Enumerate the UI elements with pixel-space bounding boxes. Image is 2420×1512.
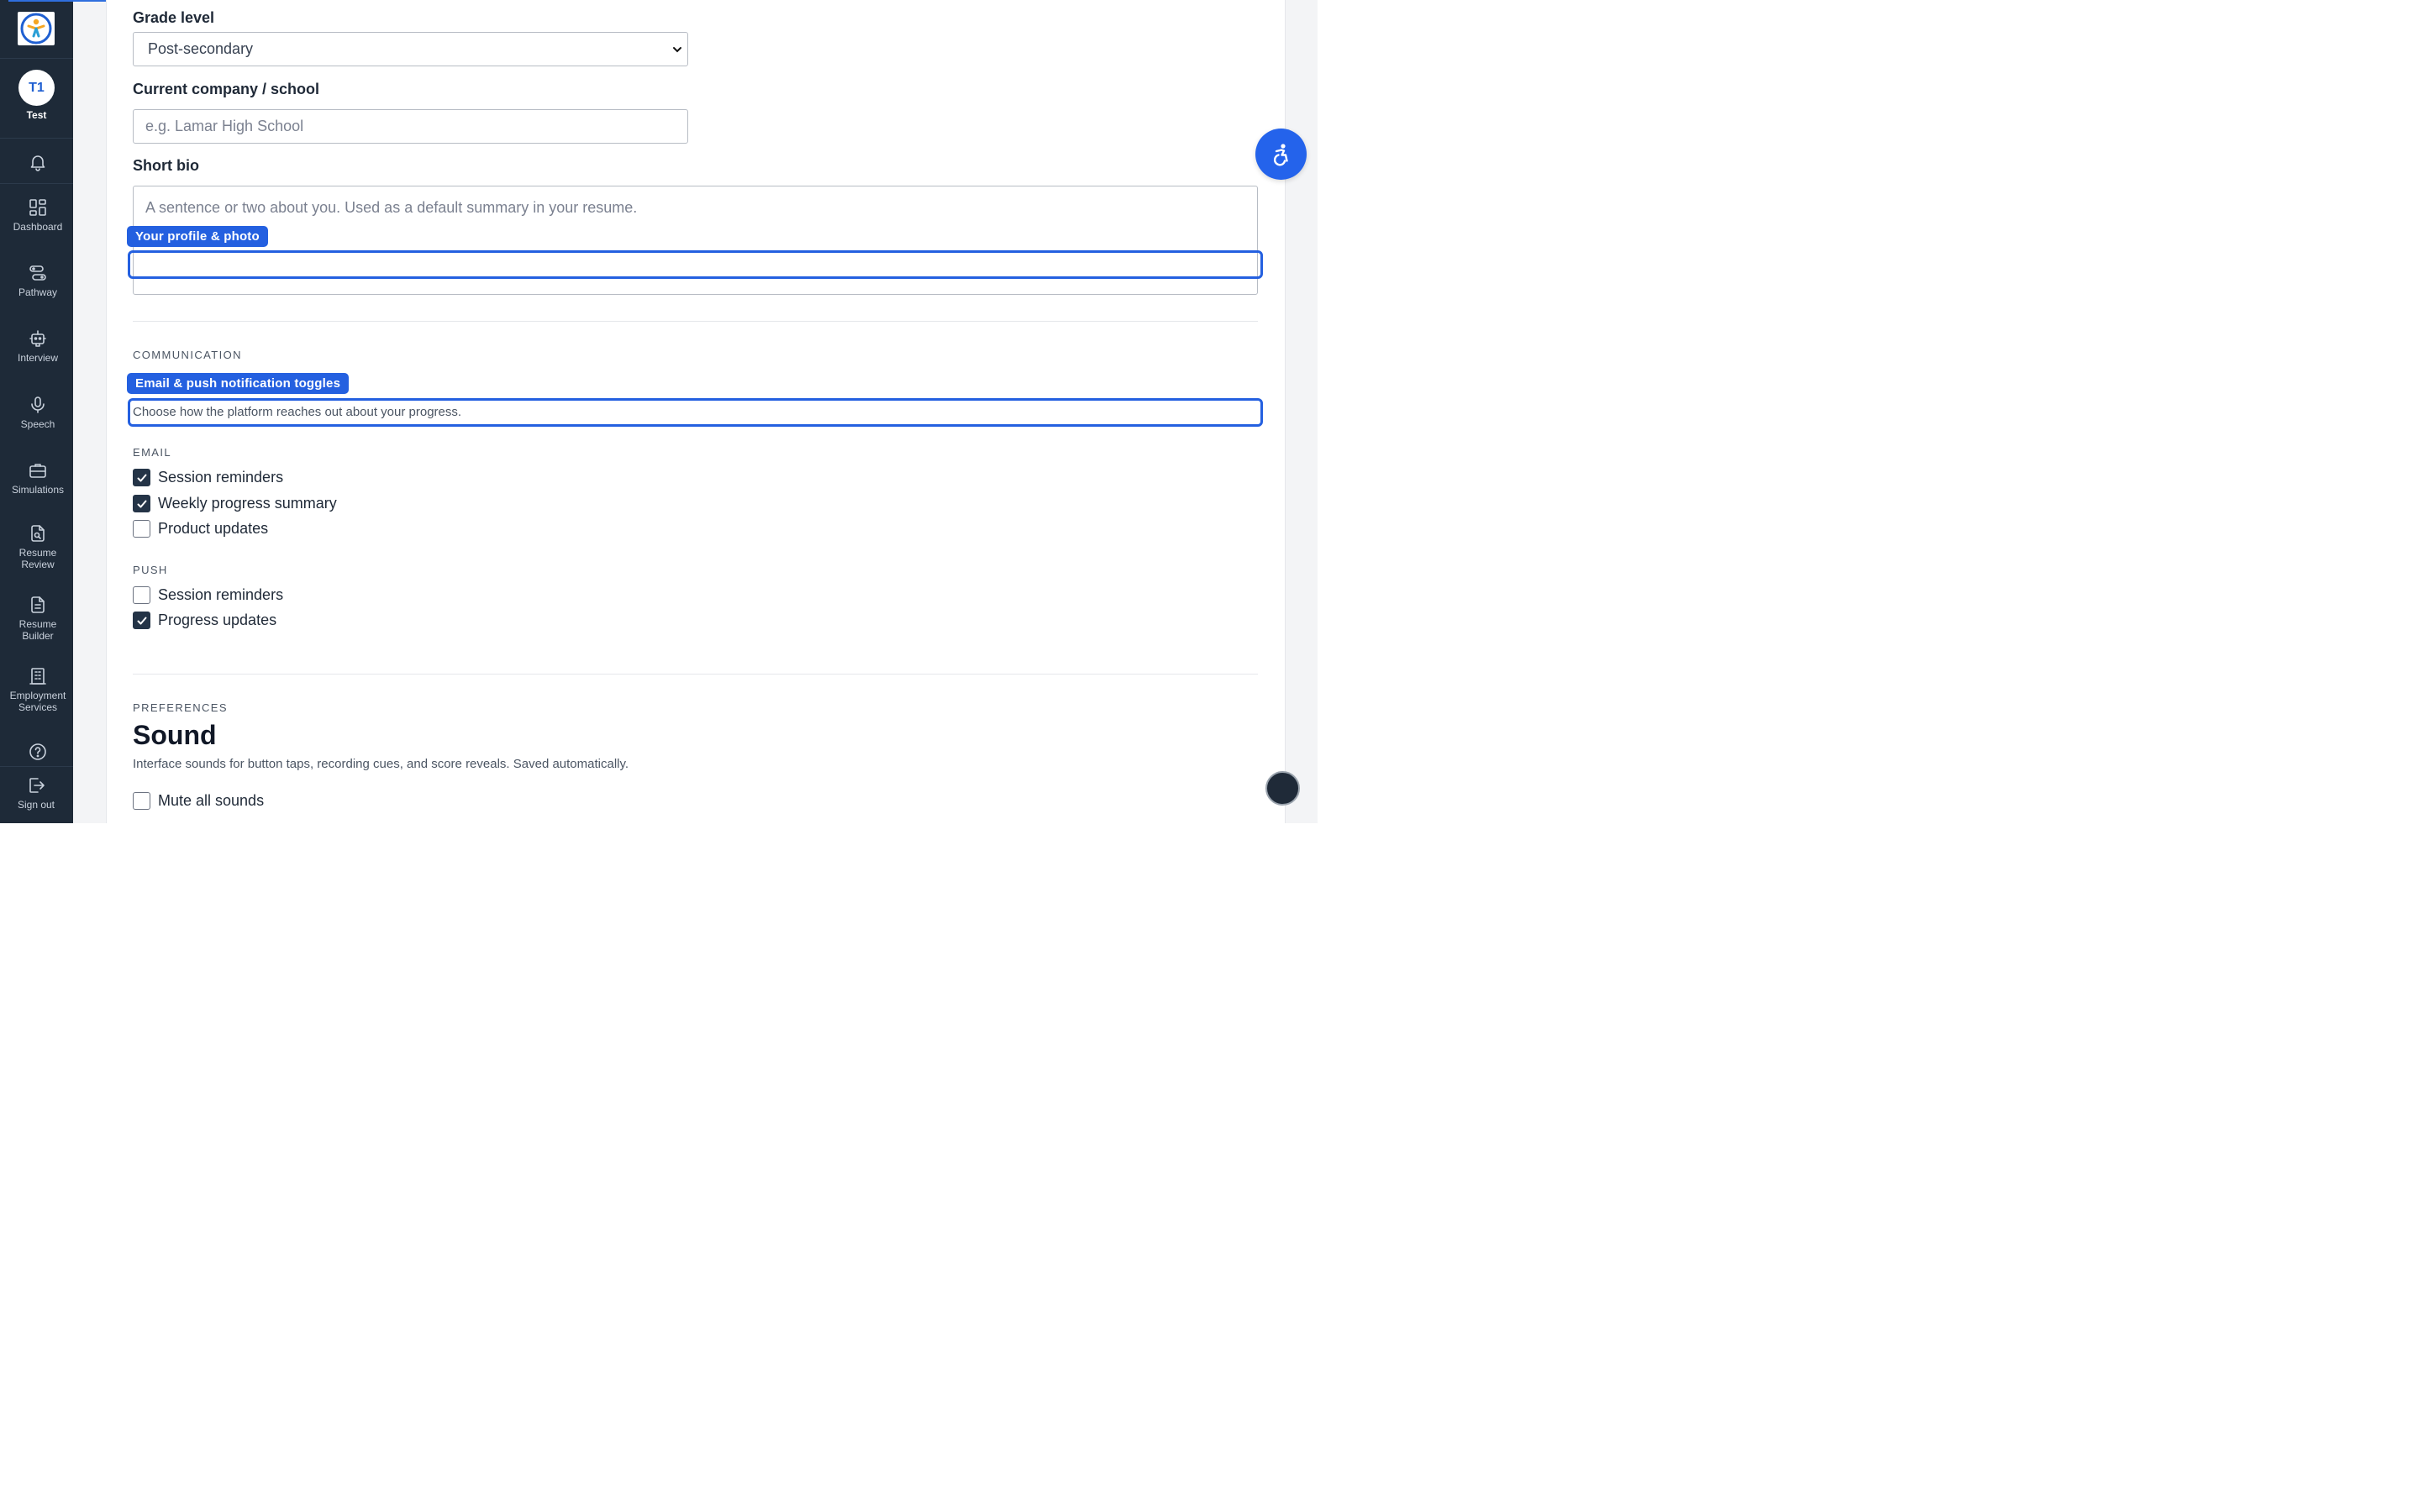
- avatar[interactable]: T1: [18, 70, 55, 106]
- preferences-eyebrow: PREFERENCES: [133, 701, 228, 714]
- push-eyebrow: PUSH: [133, 564, 168, 576]
- checkbox[interactable]: [133, 495, 150, 512]
- short-bio-placeholder: A sentence or two about you. Used as a d…: [145, 199, 638, 216]
- bell-icon: [30, 155, 45, 171]
- robot-icon: [29, 330, 46, 347]
- checkbox[interactable]: [133, 612, 150, 629]
- notifications-highlight-tag: Email & push notification toggles: [127, 373, 350, 394]
- page-gutter-left: [73, 0, 106, 823]
- checkbox[interactable]: [133, 792, 150, 810]
- grade-level-select[interactable]: Post-secondary: [133, 32, 688, 66]
- sidebar-item-label: Services: [18, 701, 57, 713]
- sidebar-item-dashboard[interactable]: Dashboard: [0, 197, 76, 233]
- email-weekly-progress-summary[interactable]: Weekly progress summary: [133, 495, 337, 512]
- profile-highlight-box: [128, 250, 1263, 279]
- checkbox-label: Progress updates: [158, 612, 277, 628]
- company-input[interactable]: e.g. Lamar High School: [133, 109, 688, 144]
- check-icon: [137, 500, 146, 507]
- sidebar-item-label: Review: [21, 559, 55, 570]
- check-icon: [137, 474, 146, 481]
- checkbox-label: Weekly progress summary: [158, 495, 337, 512]
- short-bio-label: Short bio: [133, 157, 199, 174]
- communication-description: Choose how the platform reaches out abou…: [133, 405, 462, 419]
- sidebar-item-label: Speech: [20, 418, 55, 430]
- email-session-reminders[interactable]: Session reminders: [133, 469, 283, 486]
- user-name[interactable]: Test: [0, 109, 73, 121]
- checkbox[interactable]: [133, 469, 150, 486]
- chevron-down-icon: [673, 47, 681, 53]
- company-label: Current company / school: [133, 81, 320, 97]
- sidebar-item-label: Builder: [22, 630, 54, 642]
- checkbox-label: Session reminders: [158, 469, 284, 486]
- communication-eyebrow: COMMUNICATION: [133, 349, 242, 361]
- sidebar-item-speech[interactable]: Speech: [0, 395, 76, 430]
- accessibility-icon: [1273, 143, 1288, 165]
- sidebar-item-interview[interactable]: Interview: [0, 328, 76, 364]
- grade-level-value: Post-secondary: [148, 40, 254, 57]
- sidebar-item-label: Dashboard: [13, 221, 63, 233]
- help-icon: [29, 743, 46, 760]
- sidebar: T1 Test Dashboard Pathway Interview Spee…: [0, 0, 124, 823]
- sign-out-label: Sign out: [17, 799, 55, 811]
- pathway-icon: [29, 265, 46, 281]
- sidebar-item-label: Interview: [17, 352, 59, 364]
- checkbox-label: Mute all sounds: [158, 792, 265, 809]
- profile-highlight-tag: Your profile & photo: [127, 226, 268, 247]
- sound-heading: Sound: [133, 720, 217, 750]
- sidebar-item-employment-services[interactable]: Employment Services: [0, 666, 76, 713]
- dashboard-icon: [29, 199, 46, 216]
- page-gutter-right: [1286, 0, 1318, 823]
- building-icon: [29, 668, 46, 685]
- checkbox[interactable]: [133, 520, 150, 538]
- sidebar-divider: [0, 138, 73, 139]
- sign-out-icon: [29, 778, 45, 793]
- logo-icon: [20, 13, 52, 45]
- microphone-icon: [31, 396, 45, 413]
- sidebar-item-label: Employment: [9, 690, 66, 701]
- checkbox-label: Product updates: [158, 520, 269, 537]
- notifications-button[interactable]: [0, 152, 76, 176]
- sidebar-divider: [0, 58, 73, 59]
- sidebar-divider: [0, 183, 73, 184]
- document-icon: [31, 596, 45, 613]
- sound-description: Interface sounds for button taps, record…: [133, 757, 629, 771]
- push-session-reminders[interactable]: Session reminders: [133, 586, 283, 604]
- checkbox-label: Session reminders: [158, 586, 284, 603]
- accessibility-button[interactable]: [1255, 129, 1307, 180]
- company-placeholder: e.g. Lamar High School: [145, 118, 304, 134]
- grade-level-label: Grade level: [133, 9, 215, 26]
- sidebar-item-label: Simulations: [11, 484, 65, 496]
- sidebar-divider: [0, 766, 73, 767]
- email-product-updates[interactable]: Product updates: [133, 520, 268, 538]
- chat-button[interactable]: [1265, 771, 1300, 806]
- sidebar-item-label: Resume: [18, 618, 57, 630]
- document-search-icon: [31, 525, 45, 542]
- sidebar-item-resume-review[interactable]: Resume Review: [0, 523, 76, 570]
- check-icon: [137, 617, 146, 624]
- sidebar-item-resume-builder[interactable]: Resume Builder: [0, 595, 76, 642]
- checkbox[interactable]: [133, 586, 150, 604]
- sidebar-item-simulations[interactable]: Simulations: [0, 460, 76, 496]
- briefcase-icon: [29, 464, 46, 478]
- help-button[interactable]: [0, 742, 76, 765]
- mute-all-sounds[interactable]: Mute all sounds: [133, 792, 264, 810]
- sign-out-button[interactable]: Sign out: [0, 775, 74, 811]
- sidebar-item-pathway[interactable]: Pathway: [0, 263, 76, 298]
- sidebar-item-label: Pathway: [18, 286, 58, 298]
- sidebar-item-label: Resume: [18, 547, 57, 559]
- section-divider: [133, 674, 1258, 675]
- push-progress-updates[interactable]: Progress updates: [133, 612, 276, 629]
- email-eyebrow: EMAIL: [133, 446, 172, 459]
- app-logo[interactable]: [18, 12, 55, 45]
- section-divider: [133, 321, 1258, 322]
